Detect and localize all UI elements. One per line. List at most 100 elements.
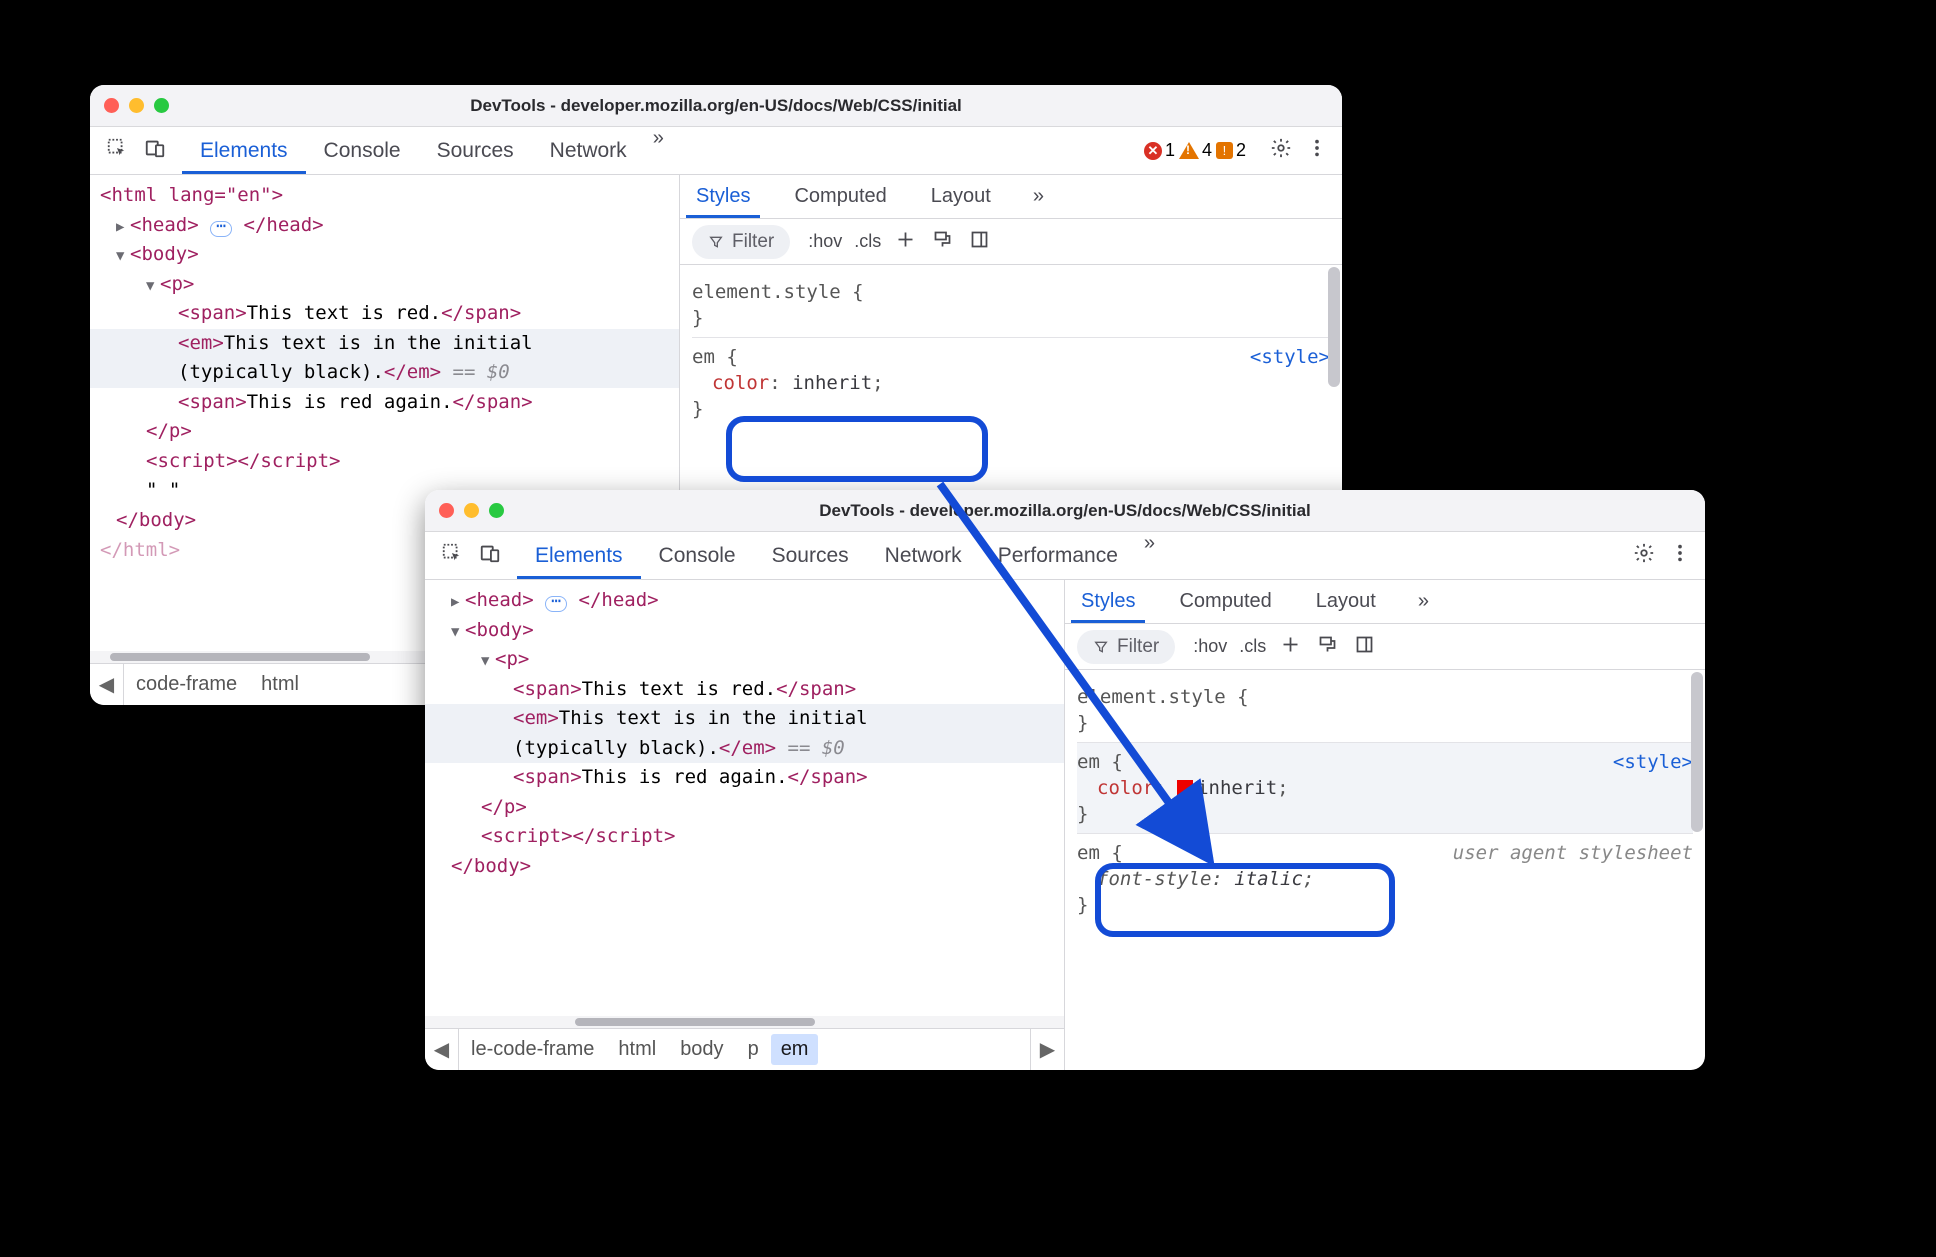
- kebab-icon[interactable]: [1669, 542, 1691, 569]
- rule-origin[interactable]: <style>: [1613, 751, 1693, 773]
- more-tabs-icon[interactable]: »: [1025, 185, 1052, 208]
- inspect-icon[interactable]: [106, 137, 128, 164]
- selected-marker: == $0: [441, 361, 510, 383]
- more-tabs-icon[interactable]: »: [1410, 590, 1437, 613]
- traffic-lights: [439, 503, 504, 518]
- ellipsis-icon[interactable]: ⋯: [210, 221, 232, 237]
- tag-em[interactable]: <em>: [178, 332, 224, 354]
- panel-toggle-icon[interactable]: [1346, 634, 1383, 660]
- breadcrumb-item[interactable]: le-code-frame: [459, 1038, 606, 1061]
- css-value: italic: [1234, 868, 1303, 890]
- tag-em[interactable]: <em>: [513, 707, 559, 729]
- tab-layout[interactable]: Layout: [921, 175, 1001, 218]
- dom-tree[interactable]: ▶<head> ⋯ </head> ▼<body> ▼<p> <span>Thi…: [425, 580, 1064, 1016]
- breadcrumb-next-icon[interactable]: ▶: [1030, 1029, 1064, 1070]
- rule-origin[interactable]: <style>: [1250, 346, 1330, 368]
- tab-elements[interactable]: Elements: [182, 127, 306, 174]
- tab-sources[interactable]: Sources: [419, 127, 532, 174]
- color-swatch-icon[interactable]: [1177, 780, 1193, 796]
- more-tabs-icon[interactable]: »: [1136, 532, 1163, 579]
- inspect-icon[interactable]: [441, 542, 463, 569]
- breadcrumb-prev-icon[interactable]: ◀: [425, 1029, 459, 1070]
- tab-styles[interactable]: Styles: [686, 175, 760, 218]
- tab-computed[interactable]: Computed: [784, 175, 896, 218]
- close-icon[interactable]: [439, 503, 454, 518]
- styles-toolbar: Filter :hov .cls: [1065, 624, 1705, 670]
- filter-icon: [1093, 639, 1109, 655]
- tab-sources[interactable]: Sources: [754, 532, 867, 579]
- tag-head[interactable]: <head>: [465, 589, 534, 611]
- tag-script[interactable]: <script>: [481, 825, 573, 847]
- filter-icon: [708, 234, 724, 250]
- ellipsis-icon[interactable]: ⋯: [545, 596, 567, 612]
- minimize-icon[interactable]: [464, 503, 479, 518]
- tag-html[interactable]: <html lang="en">: [100, 184, 283, 206]
- css-property[interactable]: color: [712, 372, 769, 394]
- device-toggle-icon[interactable]: [479, 542, 501, 569]
- tab-layout[interactable]: Layout: [1306, 580, 1386, 623]
- tag-body[interactable]: <body>: [465, 619, 534, 641]
- horizontal-scrollbar[interactable]: [425, 1016, 1064, 1028]
- breadcrumb-item[interactable]: html: [249, 673, 311, 696]
- tab-console[interactable]: Console: [306, 127, 419, 174]
- error-icon[interactable]: ✕: [1144, 142, 1162, 160]
- breadcrumb-item-selected[interactable]: em: [771, 1034, 819, 1065]
- panel-toggle-icon[interactable]: [961, 229, 998, 255]
- devtools-window-front: DevTools - developer.mozilla.org/en-US/d…: [425, 490, 1705, 1070]
- styles-rules[interactable]: element.style { } <style>em { color: inh…: [1065, 670, 1705, 1070]
- maximize-icon[interactable]: [154, 98, 169, 113]
- tag-script[interactable]: <script>: [146, 450, 238, 472]
- tag-body[interactable]: <body>: [130, 243, 199, 265]
- gear-icon[interactable]: [1633, 542, 1655, 569]
- status-counters: ✕1 4 !2: [1134, 140, 1256, 161]
- minimize-icon[interactable]: [129, 98, 144, 113]
- css-value[interactable]: inherit: [1197, 777, 1277, 799]
- device-toggle-icon[interactable]: [144, 137, 166, 164]
- warning-count: 4: [1202, 140, 1212, 161]
- cls-toggle[interactable]: .cls: [848, 231, 887, 252]
- filter-input[interactable]: Filter: [1077, 630, 1175, 664]
- main-toolbar: Elements Console Sources Network Perform…: [425, 532, 1705, 580]
- hov-toggle[interactable]: :hov: [802, 231, 848, 252]
- new-rule-icon[interactable]: [887, 229, 924, 255]
- breadcrumb-prev-icon[interactable]: ◀: [90, 664, 124, 705]
- issue-icon[interactable]: !: [1216, 142, 1233, 159]
- tab-performance[interactable]: Performance: [980, 532, 1136, 579]
- paint-icon[interactable]: [924, 229, 961, 255]
- css-property[interactable]: color: [1097, 777, 1154, 799]
- new-rule-icon[interactable]: [1272, 634, 1309, 660]
- close-icon[interactable]: [104, 98, 119, 113]
- filter-input[interactable]: Filter: [692, 225, 790, 259]
- tab-elements[interactable]: Elements: [517, 532, 641, 579]
- tab-network[interactable]: Network: [867, 532, 980, 579]
- breadcrumb-item[interactable]: p: [736, 1038, 771, 1061]
- selected-marker: == $0: [776, 737, 845, 759]
- hov-toggle[interactable]: :hov: [1187, 636, 1233, 657]
- tab-styles[interactable]: Styles: [1071, 580, 1145, 623]
- warning-icon[interactable]: [1179, 142, 1199, 159]
- css-property: font-style: [1097, 868, 1211, 890]
- traffic-lights: [104, 98, 169, 113]
- cls-toggle[interactable]: .cls: [1233, 636, 1272, 657]
- tag-p[interactable]: <p>: [160, 273, 194, 295]
- kebab-icon[interactable]: [1306, 137, 1328, 164]
- panel-tabs: Elements Console Sources Network »: [182, 127, 1134, 174]
- tab-network[interactable]: Network: [532, 127, 645, 174]
- vertical-scrollbar[interactable]: [1691, 672, 1703, 1064]
- window-title: DevTools - developer.mozilla.org/en-US/d…: [90, 96, 1342, 116]
- breadcrumb-item[interactable]: code-frame: [124, 673, 249, 696]
- css-value[interactable]: inherit: [792, 372, 872, 394]
- tab-console[interactable]: Console: [641, 532, 754, 579]
- tag-head[interactable]: <head>: [130, 214, 199, 236]
- breadcrumb-item[interactable]: html: [606, 1038, 668, 1061]
- tag-p[interactable]: <p>: [495, 648, 529, 670]
- breadcrumb-item[interactable]: body: [668, 1038, 735, 1061]
- breadcrumb: ◀ le-code-frame html body p em ▶: [425, 1028, 1064, 1070]
- gear-icon[interactable]: [1270, 137, 1292, 164]
- tab-computed[interactable]: Computed: [1169, 580, 1281, 623]
- maximize-icon[interactable]: [489, 503, 504, 518]
- main-toolbar: Elements Console Sources Network » ✕1 4 …: [90, 127, 1342, 175]
- titlebar: DevTools - developer.mozilla.org/en-US/d…: [90, 85, 1342, 127]
- paint-icon[interactable]: [1309, 634, 1346, 660]
- more-tabs-icon[interactable]: »: [645, 127, 672, 174]
